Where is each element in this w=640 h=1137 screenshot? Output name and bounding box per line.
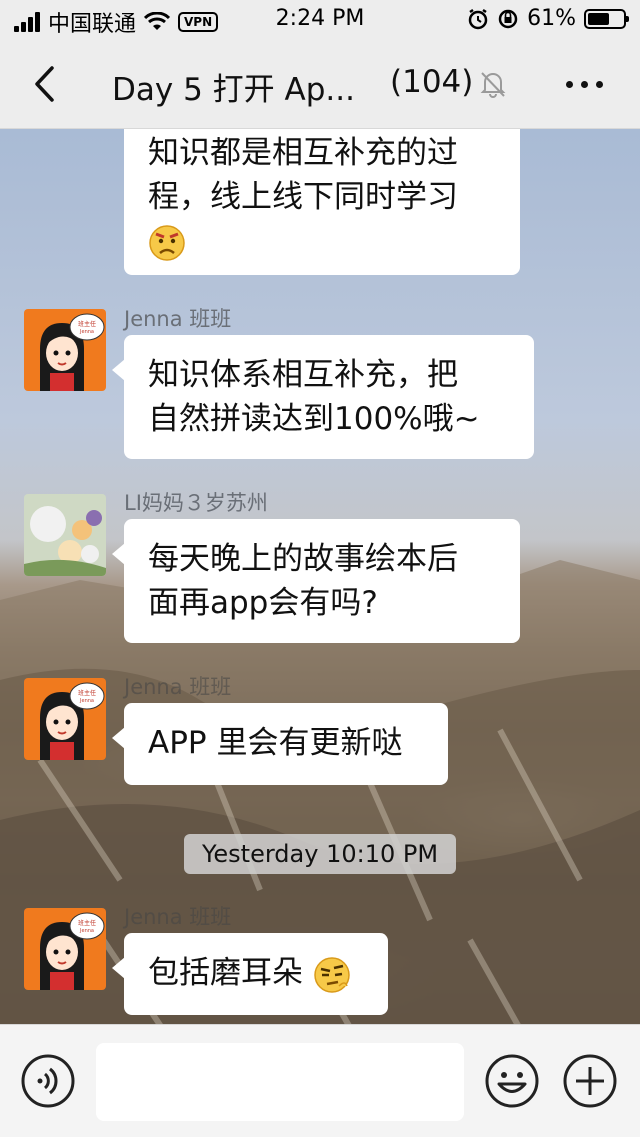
status-bar: 中国联通 VPN 2:24 PM 61% bbox=[0, 0, 640, 40]
flower-photo-avatar-icon bbox=[24, 494, 106, 576]
time-separator: Yesterday 10:10 PM bbox=[184, 834, 456, 874]
avatar-jenna[interactable]: 班主任 Jenna bbox=[24, 309, 106, 391]
input-bar bbox=[0, 1024, 640, 1137]
message-bubble[interactable]: 每天晚上的故事绘本后 面再app会有吗? bbox=[112, 519, 520, 643]
plus-icon[interactable] bbox=[562, 1053, 618, 1109]
chat-message-list[interactable]: 知识都是相互补充的过 程，线上线下同时学习 班主任 Jenna Jenna 班班 bbox=[0, 129, 640, 1024]
avatar-badge-top: 班主任 bbox=[78, 689, 96, 697]
avatar-badge-top: 班主任 bbox=[78, 919, 96, 927]
battery-icon bbox=[584, 8, 629, 29]
avatar-badge-top: 班主任 bbox=[78, 320, 96, 328]
message-input[interactable] bbox=[96, 1043, 464, 1121]
avatar-badge-bottom: Jenna bbox=[79, 698, 94, 704]
avatar-jenna[interactable]: 班主任 Jenna bbox=[24, 678, 106, 760]
battery-percent: 61% bbox=[527, 6, 576, 31]
rotation-lock-icon bbox=[498, 9, 518, 28]
alarm-icon bbox=[468, 8, 488, 29]
message-text-line: 自然拼读达到100%哦~ bbox=[148, 401, 480, 437]
sender-name: Jenna 班班 bbox=[124, 675, 232, 699]
more-dot-icon bbox=[565, 80, 573, 88]
sender-name: Jenna 班班 bbox=[124, 307, 232, 331]
frowning-emoji-icon bbox=[149, 224, 185, 261]
voice-input-icon[interactable] bbox=[20, 1053, 76, 1109]
sender-name: Jenna 班班 bbox=[124, 905, 232, 929]
back-button[interactable] bbox=[22, 60, 66, 108]
message-bubble[interactable]: 知识体系相互补充，把 自然拼读达到100%哦~ bbox=[112, 335, 534, 459]
message-bubble[interactable]: 包括磨耳朵 bbox=[112, 933, 388, 1015]
avatar-li-mama[interactable] bbox=[24, 494, 106, 576]
message-text-line: APP 里会有更新哒 bbox=[148, 725, 403, 761]
muted-bell-icon bbox=[480, 72, 506, 98]
avatar-jenna[interactable]: 班主任 Jenna bbox=[24, 908, 106, 990]
message-text-line: 每天晚上的故事绘本后 bbox=[148, 541, 458, 577]
avatar-badge-bottom: Jenna bbox=[79, 928, 94, 934]
message-text-line: 知识都是相互补充的过 bbox=[148, 135, 458, 171]
cartoon-girl-avatar-icon: 班主任 Jenna bbox=[24, 309, 106, 391]
chevron-left-icon bbox=[35, 66, 54, 102]
nav-bar: Day 5 打开 Ap... (104) bbox=[0, 40, 640, 129]
chat-title: Day 5 打开 Ap... bbox=[112, 72, 355, 108]
skeptical-emoji-icon bbox=[314, 956, 350, 993]
message-text-line: 程，线上线下同时学习 bbox=[148, 179, 458, 215]
message-bubble[interactable]: 知识都是相互补充的过 程，线上线下同时学习 bbox=[124, 129, 520, 275]
cartoon-girl-avatar-icon: 班主任 Jenna bbox=[24, 678, 106, 760]
member-count: (104) bbox=[390, 64, 474, 100]
more-dot-icon bbox=[595, 80, 603, 88]
more-dot-icon bbox=[580, 80, 588, 88]
sender-name: LI妈妈３岁苏州 bbox=[124, 491, 268, 515]
message-text-line: 包括磨耳朵 bbox=[148, 955, 303, 991]
message-text-line: 知识体系相互补充，把 bbox=[148, 357, 458, 393]
more-options-button[interactable] bbox=[558, 68, 610, 100]
avatar-badge-bottom: Jenna bbox=[79, 329, 94, 335]
message-bubble[interactable]: APP 里会有更新哒 bbox=[112, 703, 448, 785]
cartoon-girl-avatar-icon: 班主任 Jenna bbox=[24, 908, 106, 990]
message-text-line: 面再app会有吗? bbox=[148, 585, 378, 621]
emoji-picker-icon[interactable] bbox=[484, 1053, 540, 1109]
